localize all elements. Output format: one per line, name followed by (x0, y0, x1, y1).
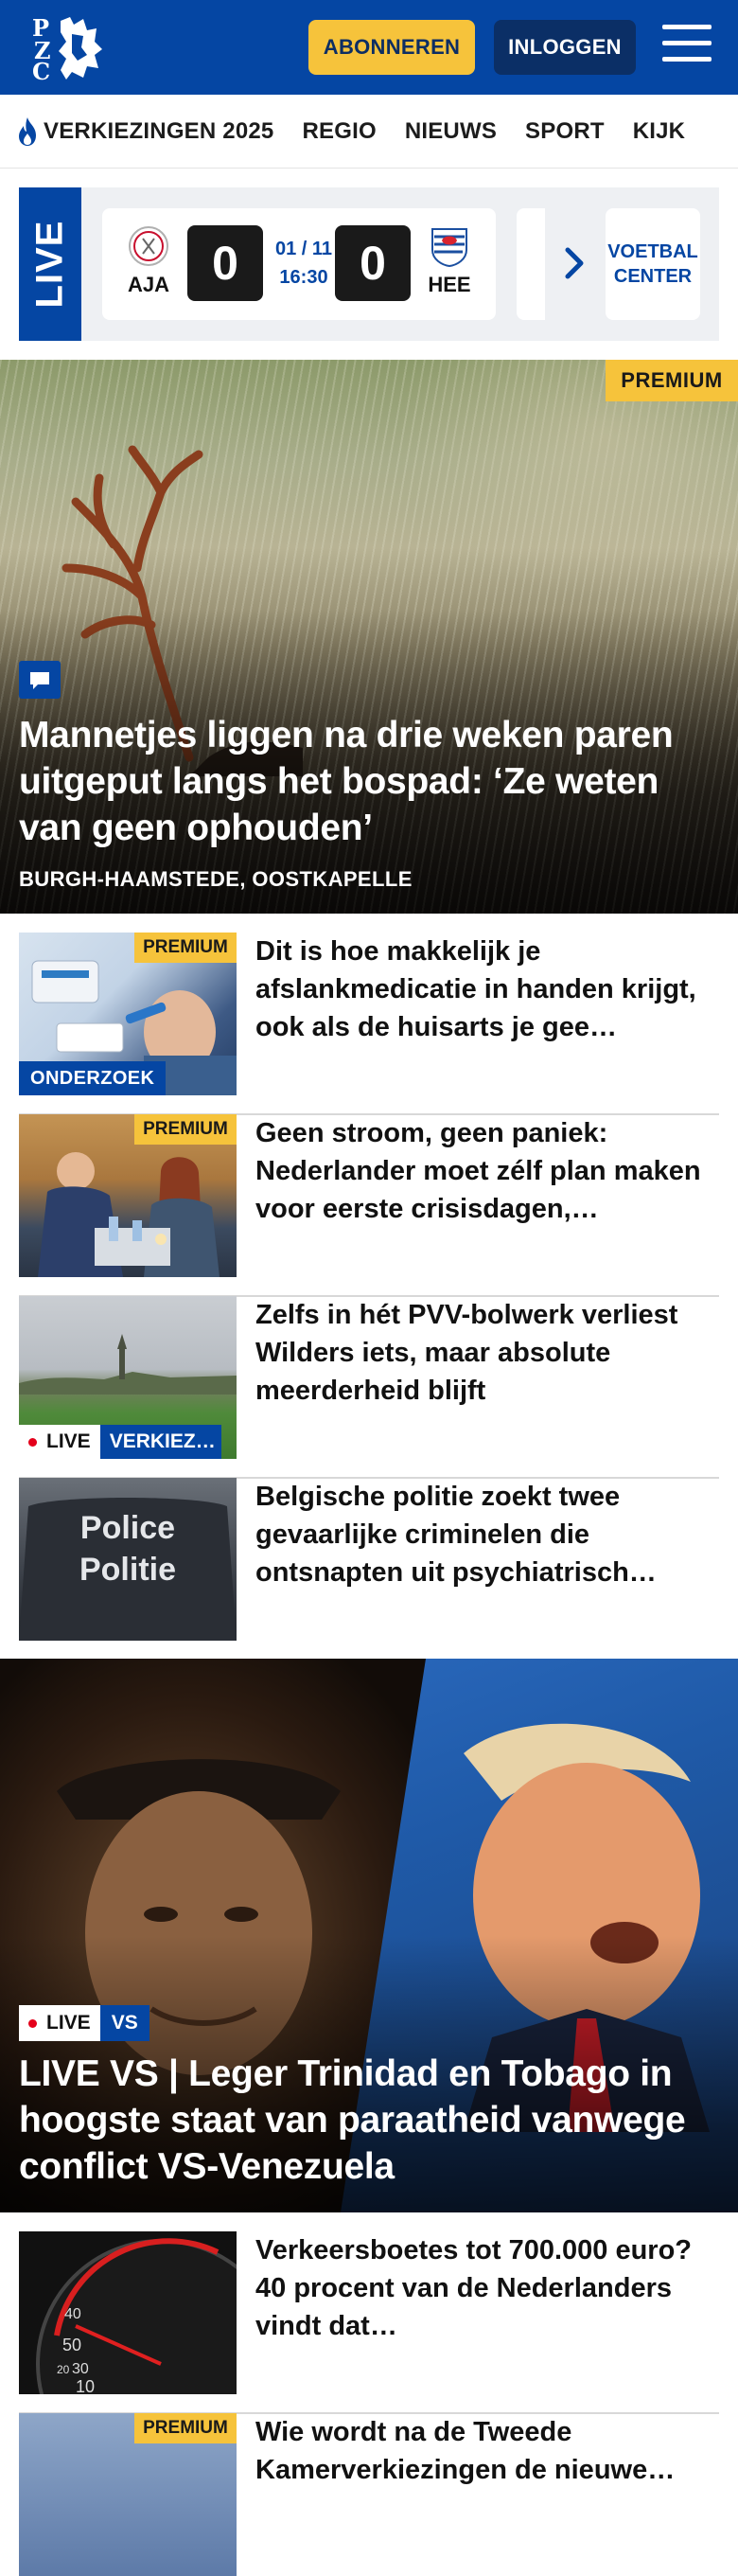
subscribe-button[interactable]: ABONNEREN (308, 20, 475, 75)
article-thumbnail: PREMIUM (19, 1114, 237, 1277)
category-tag: ONDERZOEK (19, 1061, 167, 1095)
comment-icon (19, 661, 61, 699)
voetbal-center-line1: VOETBAL (607, 241, 698, 262)
chevron-right-icon[interactable] (560, 244, 589, 282)
premium-badge: PREMIUM (606, 360, 738, 401)
match-time: 16:30 (279, 267, 328, 288)
live-dot-icon (28, 1437, 37, 1447)
article-title: Verkeersboetes tot 700.000 euro? 40 proc… (255, 2235, 693, 2341)
heerenveen-crest-icon (431, 228, 467, 267)
article-thumbnail: Police Politie (19, 1478, 237, 1641)
category-tag: VERKIEZ… (99, 1425, 221, 1459)
speedo-label: 50 (62, 2336, 81, 2354)
next-match-card[interactable] (517, 208, 545, 320)
nav-item-verkiezingen[interactable]: VERKIEZINGEN 2025 (15, 116, 273, 147)
article-tags: LIVE VERKIEZ… (19, 1425, 221, 1459)
away-team-abbr: HEE (428, 273, 471, 296)
flame-icon (19, 116, 36, 146)
main-nav: VERKIEZINGEN 2025 REGIO NIEUWS SPORT KIJ… (0, 95, 738, 169)
thumb-text-politie: Politie (79, 1552, 176, 1588)
premium-badge: PREMIUM (134, 1114, 237, 1145)
list-item[interactable]: LIVE VERKIEZ… Zelfs in hét PVV-bolwerk v… (19, 1296, 719, 1479)
nav-item-regio[interactable]: REGIO (302, 118, 376, 145)
list-item[interactable]: 40 50 30 20 10 Verkeersboetes tot 700.00… (19, 2231, 719, 2414)
speedometer-image: 40 50 30 20 10 (36, 2238, 237, 2394)
home-score: 0 (187, 225, 263, 301)
login-button[interactable]: INLOGGEN (494, 20, 636, 75)
live-tag: LIVE (19, 2005, 100, 2041)
home-team-abbr: AJA (127, 273, 169, 296)
article-title: Belgische politie zoekt twee gevaarlijke… (255, 1482, 657, 1588)
list-item[interactable]: PREMIUM Wie wordt na de Tweede Kamerverk… (19, 2413, 719, 2576)
nav-item-label: VERKIEZINGEN 2025 (44, 117, 274, 144)
pzc-logo[interactable]: P Z C (28, 13, 104, 81)
voetbal-center-link[interactable]: VOETBAL CENTER (606, 208, 700, 320)
match-card[interactable]: AJA 0 01 / 11 16:30 0 HEE (102, 208, 496, 320)
article-title: Zelfs in hét PVV-bolwerk verliest Wilder… (255, 1300, 678, 1406)
list-item[interactable]: PREMIUM Geen stroom, geen paniek: Nederl… (19, 1114, 719, 1297)
police-image: Police Politie (19, 1498, 237, 1641)
feature-article[interactable]: LIVE VS LIVE VS | Leger Trinidad en Toba… (0, 1659, 738, 2212)
article-title: Geen stroom, geen paniek: Nederlander mo… (255, 1118, 701, 1224)
article-thumbnail: PREMIUM (19, 2413, 237, 2576)
list-item[interactable]: Police Politie Belgische politie zoekt t… (19, 1478, 719, 1661)
feature-title: LIVE VS | Leger Trinidad en Tobago in ho… (19, 2053, 686, 2187)
hero-title: Mannetjes liggen na drie weken paren uit… (19, 715, 674, 848)
menu-icon[interactable] (662, 25, 712, 70)
logo-letter-c: C (32, 58, 50, 81)
article-thumbnail: PREMIUM ONDERZOEK (19, 933, 237, 1095)
match-datetime: 01 / 11 16:30 (271, 235, 337, 292)
speedo-label: 20 (57, 2363, 70, 2376)
article-title: Wie wordt na de Tweede Kamerverkiezingen… (255, 2417, 676, 2485)
match-date: 01 / 11 (274, 239, 333, 259)
voetbal-center-line2: CENTER (613, 266, 693, 287)
nav-item-nieuws[interactable]: NIEUWS (405, 118, 497, 145)
speedo-label: 40 (64, 2306, 81, 2322)
speedo-label: 30 (72, 2361, 89, 2377)
article-title: Dit is hoe makkelijk je afslankmedicatie… (255, 936, 696, 1042)
live-tag: LIVE (19, 1425, 100, 1459)
live-score-bar: LIVE AJA 0 01 / 11 16:30 0 HEE VOETBAL C… (19, 187, 719, 341)
live-dot-icon (28, 2018, 37, 2028)
hero-article[interactable]: PREMIUM Mannetjes liggen na drie weken p… (0, 360, 738, 914)
away-team: HEE (416, 225, 483, 297)
speedo-label: 10 (76, 2377, 95, 2394)
nav-item-sport[interactable]: SPORT (525, 118, 605, 145)
thumb-text-police: Police (80, 1510, 175, 1546)
feature-tags: LIVE VS (19, 2005, 149, 2041)
home-team: AJA (115, 225, 182, 297)
ajax-crest-icon (129, 226, 168, 266)
list-item[interactable]: PREMIUM ONDERZOEK Dit is hoe makkelijk j… (19, 933, 719, 1115)
premium-badge: PREMIUM (134, 933, 237, 963)
article-thumbnail: LIVE VERKIEZ… (19, 1296, 237, 1459)
category-tag: VS (99, 2005, 149, 2041)
nav-item-kijk[interactable]: KIJK (633, 118, 685, 145)
article-thumbnail: 40 50 30 20 10 (19, 2231, 237, 2394)
hero-location: BURGH-HAAMSTEDE, OOSTKAPELLE (19, 867, 413, 891)
away-score: 0 (335, 225, 411, 301)
site-header: P Z C ABONNEREN INLOGGEN (0, 0, 738, 95)
premium-badge: PREMIUM (134, 2413, 237, 2443)
live-label: LIVE (19, 187, 81, 341)
